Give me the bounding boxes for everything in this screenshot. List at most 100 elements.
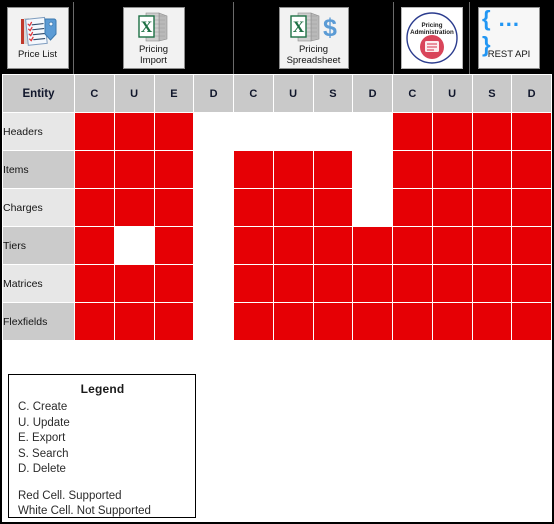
matrix-cell-items-3 (193, 150, 234, 189)
svg-text:$: $ (323, 14, 337, 42)
matrix-cell-headers-3 (193, 112, 234, 151)
app-tile-price-list[interactable]: Price List (6, 7, 69, 69)
matrix-cell-flexfields-11 (511, 302, 552, 341)
excel-document-icon: X (137, 10, 171, 44)
matrix-cell-headers-10 (471, 112, 513, 151)
matrix-cell-matrices-11 (511, 264, 552, 303)
column-header-5: U (272, 74, 314, 113)
matrix-cell-items-10 (471, 150, 513, 189)
pricing-administration-badge-icon: Pricing Administration (403, 11, 461, 65)
app-label-pricing-spreadsheet: Pricing Spreadsheet (286, 44, 341, 66)
matrix-cell-items-5 (272, 150, 314, 189)
toolbar-slot-pricing-import[interactable]: X Pricing Import (74, 2, 234, 74)
legend-key-delete: D. Delete (18, 463, 66, 475)
row-label-items: Items (2, 150, 75, 189)
column-header-2: E (153, 74, 195, 113)
app-tile-rest-api[interactable]: { ... } REST API (478, 6, 540, 69)
matrix-cell-flexfields-10 (471, 302, 513, 341)
table-row: Matrices (2, 264, 552, 303)
matrix-cell-headers-7 (352, 112, 393, 151)
table-row: Items (2, 150, 552, 189)
curly-braces-icon: { ... } (482, 6, 536, 57)
app-toolbar: Price List X Pricing Import X $ Pricing … (2, 2, 552, 74)
matrix-header-row: Entity C U E D C U S D C U S D (2, 74, 552, 113)
app-label-pricing-import: Pricing Import (138, 44, 169, 66)
pricing-capability-matrix-page: Price List X Pricing Import X $ Pricing … (0, 0, 554, 524)
column-header-7: D (352, 74, 393, 113)
legend-note-supported: Red Cell. Supported (18, 489, 122, 502)
matrix-cell-tiers-11 (511, 226, 552, 265)
matrix-cell-matrices-4 (233, 264, 274, 303)
capability-matrix: Entity C U E D C U S D C U S D Headers It… (2, 74, 552, 341)
matrix-cell-items-11 (511, 150, 552, 189)
legend-title: Legend (80, 382, 125, 396)
matrix-cell-charges-1 (113, 188, 155, 227)
matrix-cell-items-9 (431, 150, 473, 189)
column-header-0: C (74, 74, 115, 113)
matrix-cell-tiers-0 (74, 226, 115, 265)
matrix-cell-charges-6 (312, 188, 354, 227)
matrix-cell-tiers-2 (153, 226, 195, 265)
matrix-cell-items-8 (392, 150, 433, 189)
matrix-cell-flexfields-3 (193, 302, 234, 341)
matrix-cell-charges-0 (74, 188, 115, 227)
app-tile-pricing-import[interactable]: X Pricing Import (122, 7, 185, 69)
legend-key-export: E. Export (18, 432, 66, 444)
matrix-cell-tiers-6 (312, 226, 354, 265)
app-tile-pricing-administration[interactable]: Pricing Administration (400, 7, 463, 69)
column-header-6: S (312, 74, 354, 113)
toolbar-slot-rest-api[interactable]: { ... } REST API (470, 2, 548, 74)
matrix-cell-tiers-3 (193, 226, 234, 265)
matrix-cell-headers-9 (431, 112, 473, 151)
matrix-cell-matrices-1 (113, 264, 155, 303)
matrix-cell-charges-4 (233, 188, 274, 227)
matrix-cell-matrices-5 (272, 264, 314, 303)
capability-matrix-table: Entity C U E D C U S D C U S D Headers It… (2, 74, 552, 341)
matrix-cell-items-2 (153, 150, 195, 189)
app-label-price-list: Price List (17, 49, 58, 61)
column-header-1: U (113, 74, 155, 113)
matrix-cell-flexfields-1 (113, 302, 155, 341)
table-row: Tiers (2, 226, 552, 265)
row-label-tiers: Tiers (2, 226, 75, 265)
matrix-cell-charges-8 (392, 188, 433, 227)
column-header-3: D (193, 74, 234, 113)
matrix-cell-matrices-6 (312, 264, 354, 303)
matrix-cell-tiers-5 (272, 226, 314, 265)
legend-key-create: C. Create (18, 401, 68, 413)
matrix-cell-items-4 (233, 150, 274, 189)
toolbar-slot-pricing-administration[interactable]: Pricing Administration (394, 2, 470, 74)
matrix-cell-charges-9 (431, 188, 473, 227)
matrix-cell-flexfields-9 (431, 302, 473, 341)
column-header-4: C (233, 74, 274, 113)
matrix-cell-tiers-8 (392, 226, 433, 265)
matrix-cell-items-6 (312, 150, 354, 189)
svg-text:Pricing: Pricing (421, 22, 442, 29)
matrix-cell-tiers-10 (471, 226, 513, 265)
matrix-cell-flexfields-4 (233, 302, 274, 341)
matrix-cell-charges-10 (471, 188, 513, 227)
app-tile-pricing-spreadsheet[interactable]: X $ Pricing Spreadsheet (278, 7, 349, 69)
matrix-cell-tiers-9 (431, 226, 473, 265)
clipboard-tag-icon (18, 15, 58, 49)
column-header-9: U (431, 74, 473, 113)
legend-box: Legend C. Create U. Update E. Export S. … (8, 374, 196, 518)
legend-spacer (18, 478, 187, 489)
matrix-head: Entity C U E D C U S D C U S D (2, 74, 552, 113)
column-header-entity: Entity (2, 74, 75, 113)
matrix-cell-headers-2 (153, 112, 195, 151)
matrix-cell-tiers-7 (352, 226, 393, 265)
matrix-body: Headers Items Charges Tiers Matrices Flexfiel… (2, 112, 552, 341)
table-row: Headers (2, 112, 552, 151)
table-row: Flexfields (2, 302, 552, 341)
toolbar-slot-price-list[interactable]: Price List (2, 2, 74, 74)
matrix-cell-flexfields-8 (392, 302, 433, 341)
matrix-cell-flexfields-2 (153, 302, 195, 341)
matrix-cell-headers-4 (233, 112, 274, 151)
matrix-cell-matrices-9 (431, 264, 473, 303)
matrix-cell-matrices-2 (153, 264, 195, 303)
row-label-charges: Charges (2, 188, 75, 227)
toolbar-slot-pricing-spreadsheet[interactable]: X $ Pricing Spreadsheet (234, 2, 394, 74)
app-label-rest-api: REST API (487, 49, 531, 61)
matrix-cell-matrices-0 (74, 264, 115, 303)
